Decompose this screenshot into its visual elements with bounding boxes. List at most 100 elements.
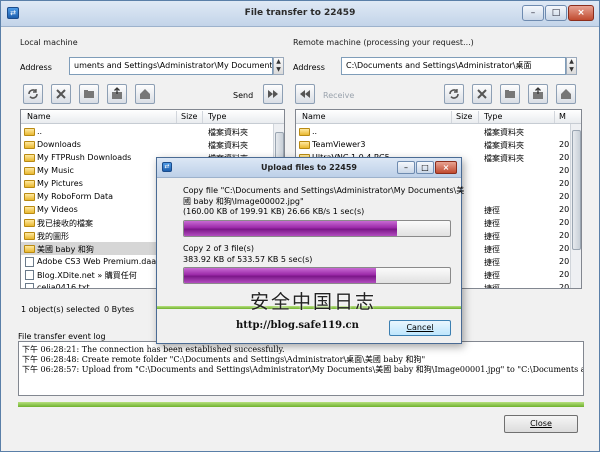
local-machine-label: Local machine: [20, 38, 78, 47]
remote-col-type[interactable]: Type: [484, 112, 502, 121]
double-arrow-right-icon: [268, 90, 278, 98]
remote-vertical-scrollbar[interactable]: [570, 124, 581, 288]
title-bar[interactable]: ⇄ File transfer to 22459 – □ ×: [1, 1, 599, 27]
local-address-input[interactable]: uments and Settings\Administrator\My Doc…: [69, 57, 273, 75]
remote-file-row[interactable]: .. 檔案資料夾: [296, 125, 570, 138]
remote-file-type: 檔案資料夾: [484, 154, 524, 163]
remote-file-modified: 20: [559, 244, 570, 253]
watermark-url: http://blog.safe119.cn: [236, 320, 359, 331]
local-home-button[interactable]: [135, 84, 155, 104]
file-count-line: Copy 2 of 3 file(s): [183, 244, 254, 253]
local-address-label: Address: [20, 63, 52, 72]
remote-new-folder-button[interactable]: [500, 84, 520, 104]
remote-scroll-thumb[interactable]: [572, 130, 581, 250]
copy-file-stats: (160.00 KB of 199.91 KB) 26.66 KB/s 1 se…: [183, 207, 365, 216]
local-file-row[interactable]: Downloads 檔案資料夾: [21, 138, 273, 151]
remote-file-modified: 20: [559, 153, 570, 162]
local-file-row[interactable]: .. 檔案資料夾: [21, 125, 273, 138]
local-refresh-button[interactable]: [23, 84, 43, 104]
remote-file-type: 捷徑: [484, 206, 500, 215]
close-window-button[interactable]: ×: [568, 5, 594, 21]
folder-up-icon: [533, 87, 543, 99]
column-divider: [478, 111, 479, 123]
remote-file-type: 捷徑: [484, 284, 500, 289]
folder-icon: [24, 206, 35, 214]
local-file-name: My RoboForm Data: [37, 192, 114, 201]
remote-file-type: 捷徑: [484, 245, 500, 254]
new-folder-icon: [84, 90, 94, 98]
file-progress-bar: [183, 220, 451, 237]
remote-col-name[interactable]: Name: [302, 112, 326, 121]
event-log-title: File transfer event log: [18, 332, 106, 341]
remote-machine-label: Remote machine (processing your request.…: [293, 38, 474, 47]
new-folder-icon: [505, 90, 515, 98]
upload-dialog: ⇄ Upload files to 22459 – □ × Copy file …: [156, 157, 465, 344]
folder-icon: [24, 232, 35, 240]
local-file-name: ..: [37, 127, 43, 136]
dialog-minimize-button[interactable]: –: [397, 161, 415, 174]
double-arrow-left-icon: [300, 90, 310, 98]
remote-address-dropdown[interactable]: ▲ ▼: [566, 57, 577, 75]
column-divider: [554, 111, 555, 123]
local-file-type: 檔案資料夾: [208, 141, 248, 150]
receive-button[interactable]: [295, 84, 315, 104]
watermark-title: 安全中国日志: [250, 291, 377, 313]
maximize-button[interactable]: □: [545, 5, 567, 21]
dialog-maximize-button[interactable]: □: [416, 161, 434, 174]
remote-file-modified: 20: [559, 270, 570, 279]
minimize-button[interactable]: –: [522, 5, 544, 21]
column-divider: [176, 111, 177, 123]
folder-icon: [24, 180, 35, 188]
local-delete-button[interactable]: [51, 84, 71, 104]
cancel-button[interactable]: Cancel: [389, 320, 451, 336]
close-button[interactable]: Close: [504, 415, 578, 433]
local-file-name: Blog.XDite.net » 購買任何: [37, 271, 137, 280]
local-col-size[interactable]: Size: [181, 112, 197, 121]
remote-col-modified[interactable]: M: [559, 112, 566, 121]
remote-col-size[interactable]: Size: [456, 112, 472, 121]
remote-file-modified: 20: [559, 140, 570, 149]
home-icon: [140, 89, 150, 99]
copy-file-line-1: Copy file "C:\Documents and Settings\Adm…: [183, 186, 465, 195]
remote-file-modified: 20: [559, 205, 570, 214]
local-up-folder-button[interactable]: [107, 84, 127, 104]
total-progress-bar: [183, 267, 451, 284]
remote-refresh-button[interactable]: [444, 84, 464, 104]
remote-file-modified: 20: [559, 179, 570, 188]
column-divider: [451, 111, 452, 123]
file-icon: [25, 270, 34, 280]
local-bytes-status: 0 Bytes: [104, 305, 135, 314]
local-new-folder-button[interactable]: [79, 84, 99, 104]
send-button[interactable]: [263, 84, 283, 104]
remote-file-type: 捷徑: [484, 271, 500, 280]
local-file-name: Adobe CS3 Web Premium.daa: [37, 257, 157, 266]
local-col-type[interactable]: Type: [208, 112, 226, 121]
folder-icon: [24, 167, 35, 175]
remote-up-folder-button[interactable]: [528, 84, 548, 104]
local-file-name: 我已接收的檔案: [37, 219, 93, 228]
upload-dialog-title-bar[interactable]: ⇄ Upload files to 22459 – □ ×: [157, 158, 461, 178]
local-address-dropdown[interactable]: ▲ ▼: [273, 57, 284, 75]
dialog-close-button[interactable]: ×: [435, 161, 457, 174]
remote-delete-button[interactable]: [472, 84, 492, 104]
remote-file-row[interactable]: TeamViewer3 檔案資料夾 20: [296, 138, 570, 151]
local-file-name: My Videos: [37, 205, 78, 214]
event-log[interactable]: 下午 06:28:21: The connection has been est…: [18, 341, 584, 396]
remote-address-input[interactable]: C:\Documents and Settings\Administrator\…: [341, 57, 566, 75]
local-col-name[interactable]: Name: [27, 112, 51, 121]
total-progress-fill: [184, 268, 376, 283]
remote-file-modified: 20: [559, 192, 570, 201]
column-divider: [202, 111, 203, 123]
folder-icon: [24, 193, 35, 201]
remote-file-type: 檔案資料夾: [484, 128, 524, 137]
local-file-name: Downloads: [37, 140, 81, 149]
folder-icon: [24, 128, 35, 136]
cancel-button-label: Cancel: [406, 323, 434, 332]
folder-up-icon: [112, 87, 122, 99]
refresh-icon: [449, 89, 459, 99]
local-file-name: My FTPRush Downloads: [37, 153, 132, 162]
remote-home-button[interactable]: [556, 84, 576, 104]
remote-address-label: Address: [293, 63, 325, 72]
folder-icon: [299, 128, 310, 136]
home-icon: [561, 89, 571, 99]
